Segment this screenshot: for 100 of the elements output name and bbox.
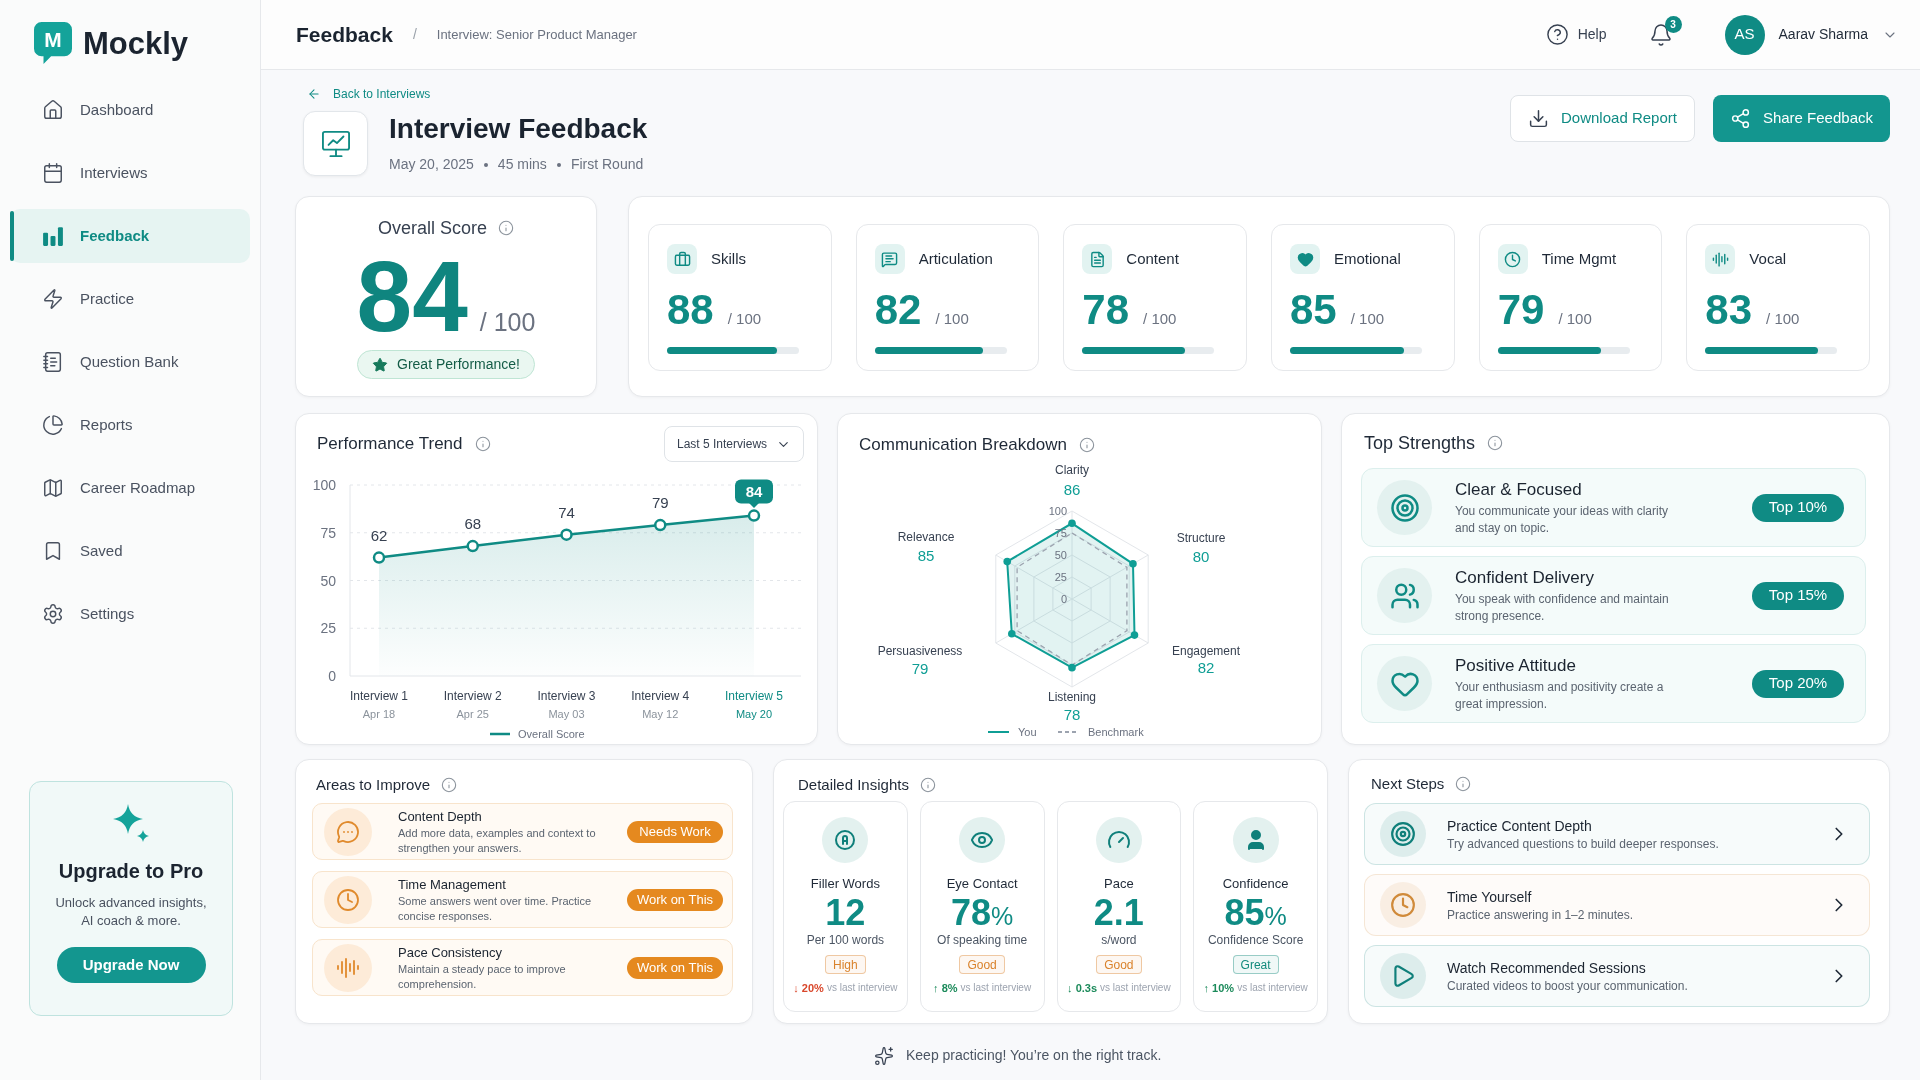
gauge-icon — [1095, 817, 1142, 863]
bar-chart-icon — [42, 225, 64, 247]
rank-badge: Top 10% — [1752, 493, 1844, 522]
score-max: / 100 — [935, 309, 969, 329]
value-label: 74 — [558, 503, 575, 521]
card-title: Overall Score — [377, 217, 487, 240]
download-button[interactable]: Download Report — [1510, 95, 1695, 142]
insight-label: Confidence — [1222, 876, 1289, 892]
info-icon — [1078, 437, 1095, 453]
help-button[interactable]: Help — [1545, 23, 1607, 46]
strength-title: Confident Delivery — [1455, 566, 1595, 588]
nav-item[interactable]: Career Roadmap — [10, 461, 250, 515]
axis-tick-label: 75 — [1054, 527, 1067, 539]
date-label: May 20 — [735, 708, 773, 720]
nav-item[interactable]: Saved — [10, 524, 250, 578]
house-icon — [42, 99, 64, 121]
share-button[interactable]: Share Feedback — [1712, 95, 1890, 142]
sound-wave-icon — [1705, 244, 1736, 274]
page-heading: Interview Feedback — [389, 112, 648, 146]
data-point — [1068, 519, 1076, 528]
insight-label: Pace — [1104, 876, 1134, 892]
eye-icon — [959, 817, 1006, 863]
axis-tick-label: 75 — [320, 524, 336, 541]
share-icon — [1729, 108, 1751, 129]
axis-tick-label: 25 — [1054, 571, 1067, 583]
data-point — [1003, 557, 1011, 566]
value-label: 68 — [464, 515, 482, 533]
user-name: Aarav Sharma — [1778, 25, 1868, 44]
nav-item[interactable]: Settings — [10, 587, 250, 641]
info-icon — [474, 436, 491, 452]
rank-badge: Top 15% — [1752, 581, 1844, 610]
change-value: ↓ 0.3s — [1067, 981, 1098, 995]
heart-icon — [1290, 244, 1320, 274]
section-title: Performance Trend — [317, 433, 463, 456]
badge-label: Great Performance! — [397, 355, 520, 374]
info-icon — [1487, 435, 1504, 451]
score-label: 79 — [911, 660, 929, 677]
upgrade-button[interactable]: Upgrade Now — [56, 947, 206, 983]
change-value: ↓ 20% — [793, 981, 824, 995]
rank-badge: Top 20% — [1752, 669, 1844, 698]
improvement-title: Content Depth — [398, 807, 483, 825]
nav-item[interactable]: Dashboard — [10, 83, 250, 137]
insight-value: 78 — [951, 895, 992, 931]
axis-label: Engagement — [1171, 644, 1241, 658]
nav-item[interactable]: Question Bank — [10, 335, 250, 389]
next-step-item[interactable]: Time Yourself Practice answering in 1–2 minutes. — [1364, 874, 1870, 936]
strength-description: You speak with confidence and maintain strong presence. — [1455, 590, 1670, 625]
next-step-item[interactable]: Watch Recommended Sessions Curated videos to boost your communication. — [1364, 945, 1870, 1007]
notebook-icon — [42, 351, 64, 373]
breadcrumb-item: Interview: Senior Product Manager — [436, 25, 637, 44]
monitor-chart-icon — [303, 111, 368, 176]
letter-a-icon — [822, 817, 869, 863]
legend-line — [987, 731, 1010, 733]
improvement-title: Pace Consistency — [398, 943, 504, 961]
step-title: Practice Content Depth — [1447, 816, 1593, 835]
category-score: 78 — [1082, 289, 1130, 331]
nav-item[interactable]: Interviews — [10, 146, 250, 200]
insight-value: 85 — [1224, 895, 1265, 931]
help-icon — [1545, 23, 1569, 46]
status-badge: Work on This — [627, 888, 723, 911]
data-point — [1130, 631, 1139, 639]
data-label: 84 — [745, 483, 763, 501]
insight-label: Eye Contact — [946, 876, 1018, 892]
score-label: 82 — [1197, 659, 1215, 676]
sparkles-icon — [874, 1045, 894, 1066]
data-point — [1068, 663, 1076, 672]
category-score: 88 — [667, 289, 714, 331]
improvement-description: Add more data, examples and context to strengthen your answers. — [398, 825, 597, 856]
strength-title: Positive Attitude — [1455, 654, 1577, 676]
back-link[interactable]: Back to Interviews — [307, 86, 648, 102]
legend-line — [490, 732, 510, 736]
step-description: Curated videos to boost your communication. — [1447, 978, 1689, 994]
category-label: Time Mgmt — [1541, 248, 1617, 269]
star-icon — [372, 356, 389, 373]
insight-value: 2.1 — [1093, 895, 1144, 931]
data-point — [654, 518, 667, 532]
strength-description: You communicate your ideas with clarity and stay on topic. — [1455, 502, 1669, 537]
data-point — [1129, 560, 1137, 568]
score-max: / 100 — [479, 307, 536, 338]
upgrade-text: Unlock advanced insights, AI coach & more. — [54, 894, 208, 930]
nav-item[interactable]: Reports — [10, 398, 250, 452]
category-label: Vocal — [1749, 248, 1787, 269]
date-label: May 12 — [642, 708, 679, 720]
legend-label: Benchmark — [1088, 726, 1144, 738]
improvement-title: Time Management — [398, 875, 507, 893]
nav-item[interactable]: Feedback — [10, 209, 250, 263]
axis-tick-label: 50 — [320, 572, 336, 589]
status-badge: Work on This — [627, 956, 723, 979]
data-point — [747, 509, 761, 522]
clock-icon — [324, 875, 372, 924]
next-step-item[interactable]: Practice Content Depth Try advanced questions to build deeper responses. — [1364, 803, 1870, 865]
score-max: / 100 — [727, 309, 762, 329]
page-title: Feedback — [296, 21, 393, 48]
change-value: ↑ 8% — [933, 981, 958, 995]
data-point — [560, 528, 573, 541]
section-title: Areas to Improve — [316, 774, 431, 795]
range-dropdown[interactable]: Last 5 Interviews — [664, 426, 804, 462]
nav-item[interactable]: Practice — [10, 272, 250, 326]
category-label: Skills — [711, 248, 746, 269]
category-label: Interview 3 — [537, 689, 596, 703]
